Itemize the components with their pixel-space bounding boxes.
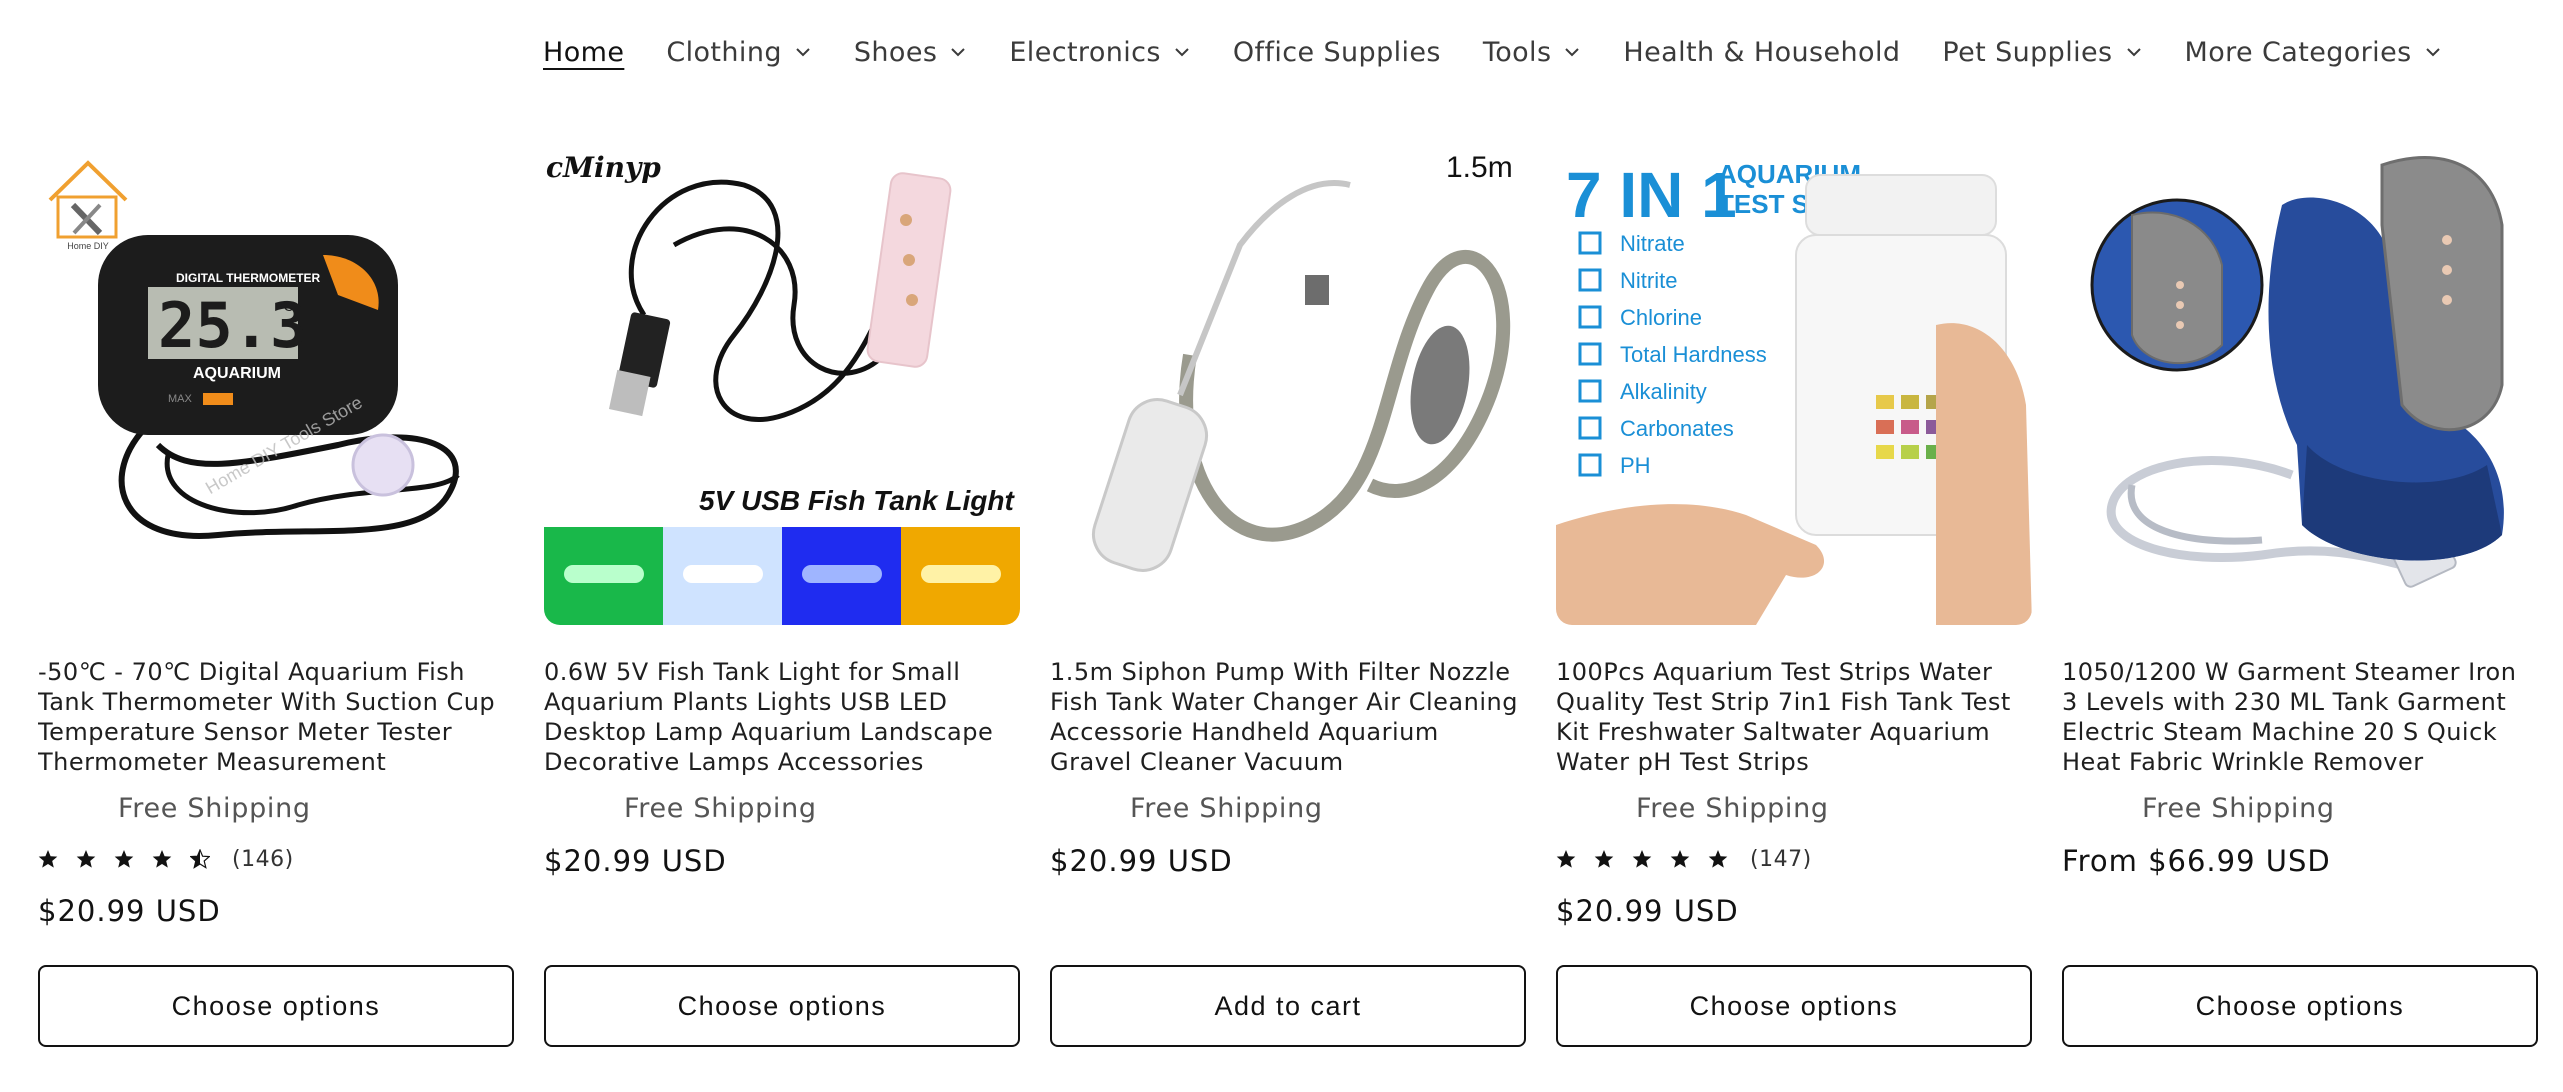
nav-label: Electronics <box>1009 36 1161 68</box>
checklist-item: PH <box>1620 453 1651 478</box>
length-label: 1.5m <box>1446 151 1513 184</box>
product-image[interactable]: Home DIY DIGITAL THERMOMETER 25.3 °C AQU… <box>38 145 514 625</box>
nav-item-clothing[interactable]: Clothing <box>666 37 812 68</box>
star-icon <box>1708 849 1728 869</box>
nav-item-more-categories[interactable]: More Categories <box>2185 37 2442 68</box>
star-icon <box>38 849 58 869</box>
product-title[interactable]: 1.5m Siphon Pump With Filter Nozzle Fish… <box>1050 657 1526 777</box>
nav-label: More Categories <box>2184 36 2412 68</box>
image-headline: 7 IN 1 <box>1566 159 1737 231</box>
product-price: $20.99 USD <box>544 844 727 878</box>
product-card: Home DIY DIGITAL THERMOMETER 25.3 °C AQU… <box>38 145 514 1047</box>
star-icon <box>114 849 134 869</box>
product-title[interactable]: 0.6W 5V Fish Tank Light for Small Aquari… <box>544 657 1020 777</box>
nav-item-pet-supplies[interactable]: Pet Supplies <box>1942 37 2142 68</box>
checklist-item: Carbonates <box>1620 416 1734 441</box>
checklist-item: Nitrate <box>1620 231 1685 256</box>
product-image[interactable]: 7 IN 1 AQUARIUM TEST STRIPS Nitrate Nitr… <box>1556 145 2032 625</box>
display-unit: °C <box>278 298 294 314</box>
chevron-down-icon <box>794 45 812 59</box>
star-icon <box>1670 849 1690 869</box>
nav-label: Office Supplies <box>1232 36 1441 68</box>
chevron-down-icon <box>1563 45 1581 59</box>
nav-item-home[interactable]: Home <box>543 37 624 68</box>
star-icon <box>152 849 172 869</box>
product-image[interactable]: 1.5m <box>1050 145 1526 625</box>
product-price: $20.99 USD <box>38 894 221 928</box>
choose-options-button[interactable]: Choose options <box>38 965 514 1047</box>
main-navigation: Home Clothing Shoes Electronics Office S… <box>543 22 2484 82</box>
shipping-badge: Free Shipping <box>118 793 311 824</box>
product-card: 1050/1200 W Garment Steamer Iron 3 Level… <box>2062 145 2538 1047</box>
nav-label: Clothing <box>666 36 782 68</box>
shipping-badge: Free Shipping <box>624 793 817 824</box>
checklist-item: Total Hardness <box>1620 342 1767 367</box>
star-icon <box>1594 849 1614 869</box>
nav-item-tools[interactable]: Tools <box>1483 37 1582 68</box>
product-title[interactable]: 100Pcs Aquarium Test Strips Water Qualit… <box>1556 657 2032 777</box>
max-label: MAX <box>168 393 193 405</box>
add-to-cart-button[interactable]: Add to cart <box>1050 965 1526 1047</box>
nav-label: Shoes <box>853 36 938 68</box>
chevron-down-icon <box>2424 45 2442 59</box>
nav-item-shoes[interactable]: Shoes <box>854 37 967 68</box>
image-caption: 5V USB Fish Tank Light <box>699 485 1015 516</box>
rating-count: (146) <box>232 846 294 872</box>
product-image[interactable]: cMinyp 5V USB Fish Tank Light <box>544 145 1020 625</box>
star-icon <box>76 849 96 869</box>
product-grid: Home DIY DIGITAL THERMOMETER 25.3 °C AQU… <box>38 145 2538 1047</box>
nav-label: Home <box>543 36 625 68</box>
product-price: $20.99 USD <box>1050 844 1233 878</box>
chevron-down-icon <box>949 45 967 59</box>
product-card: 7 IN 1 AQUARIUM TEST STRIPS Nitrate Nitr… <box>1556 145 2032 1047</box>
brand-logo: cMinyp <box>546 151 661 184</box>
rating-stars <box>38 848 228 869</box>
nav-label: Health & Household <box>1623 36 1901 68</box>
chevron-down-icon <box>1173 45 1191 59</box>
home-diy-logo: Home DIY <box>48 160 128 251</box>
checklist-item: Nitrite <box>1620 268 1677 293</box>
chevron-down-icon <box>2125 45 2143 59</box>
rating-count: (147) <box>1750 846 1812 872</box>
choose-options-button[interactable]: Choose options <box>544 965 1020 1047</box>
product-title[interactable]: -50℃ - 70℃ Digital Aquarium Fish Tank Th… <box>38 657 514 777</box>
shipping-badge: Free Shipping <box>1130 793 1323 824</box>
product-title[interactable]: 1050/1200 W Garment Steamer Iron 3 Level… <box>2062 657 2538 777</box>
nav-item-office-supplies[interactable]: Office Supplies <box>1233 37 1441 68</box>
nav-label: Tools <box>1482 36 1552 68</box>
checklist-item: Chlorine <box>1620 305 1702 330</box>
nav-label: Pet Supplies <box>1942 36 2113 68</box>
choose-options-button[interactable]: Choose options <box>2062 965 2538 1047</box>
rating-stars <box>1556 849 1746 869</box>
choose-options-button[interactable]: Choose options <box>1556 965 2032 1047</box>
checklist-item: Alkalinity <box>1620 379 1707 404</box>
star-icon <box>1556 849 1576 869</box>
device-label: AQUARIUM <box>193 365 281 382</box>
product-price: From $66.99 USD <box>2062 844 2331 878</box>
nav-item-electronics[interactable]: Electronics <box>1009 37 1191 68</box>
product-image[interactable] <box>2062 145 2538 625</box>
product-card: 1.5m 1.5m Siphon Pump With Filter Nozzle… <box>1050 145 1526 1047</box>
display-label: DIGITAL THERMOMETER <box>176 271 321 285</box>
nav-item-health-household[interactable]: Health & Household <box>1623 37 1900 68</box>
star-half-icon <box>189 848 211 869</box>
shipping-badge: Free Shipping <box>1636 793 1829 824</box>
product-rating: (147) <box>1556 844 2032 874</box>
product-card: cMinyp 5V USB Fish Tank Light 0.6W 5V Fi… <box>544 145 1020 1047</box>
star-icon <box>1632 849 1652 869</box>
product-price: $20.99 USD <box>1556 894 1739 928</box>
shipping-badge: Free Shipping <box>2142 793 2335 824</box>
logo-text: Home DIY <box>67 241 109 251</box>
product-rating: (146) <box>38 844 514 874</box>
